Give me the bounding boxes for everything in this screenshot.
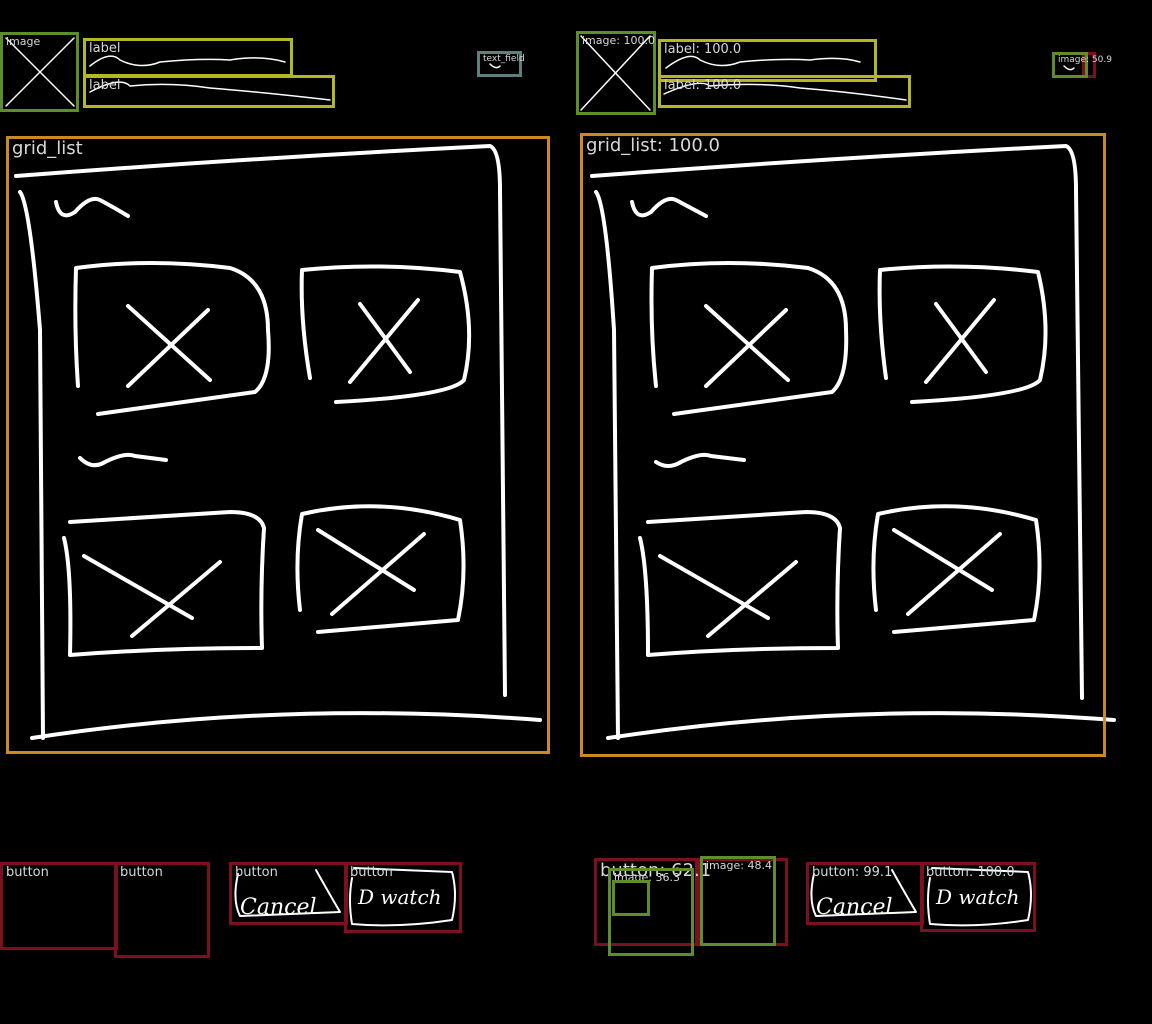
left-text-field-label: text_field xyxy=(483,54,525,64)
right-label-1-text: label: 100.0 xyxy=(664,42,742,57)
left-text-field-box: text_field xyxy=(477,51,525,77)
right-button-box-3: button: 100.0 xyxy=(920,862,1036,932)
right-label-2-text: label: 100.0 xyxy=(664,78,742,93)
right-button-2-label: button: 99.1 xyxy=(812,865,893,880)
left-header-image-box: image xyxy=(0,32,79,112)
right-button-box-2: button: 99.1 xyxy=(806,862,924,925)
left-button-box-4: button xyxy=(344,862,462,933)
right-image-box-2: image: 48.4 xyxy=(700,856,776,946)
right-grid-list-box: grid_list: 100.0 xyxy=(580,133,1106,757)
annotation-canvas: Cancel D watch Cancel D watch image labe… xyxy=(0,0,1152,1024)
right-grid-list-label: grid_list: 100.0 xyxy=(586,135,721,156)
left-label-box-2: label xyxy=(83,75,335,108)
right-header-image-box: image: 100.0 xyxy=(576,31,656,115)
right-small-image-box: image: 50.9 xyxy=(1052,52,1112,78)
right-image-2-label: image: 48.4 xyxy=(706,859,772,872)
right-button-3-label: button: 100.0 xyxy=(926,865,1015,880)
left-grid-list-box: grid_list xyxy=(6,136,550,754)
left-label-2-text: label xyxy=(89,78,121,93)
left-button-box-2: button xyxy=(114,862,210,958)
left-button-3-label: button xyxy=(235,865,278,880)
right-header-image-label: image: 100.0 xyxy=(582,34,655,47)
left-grid-list-label: grid_list xyxy=(12,138,83,159)
right-label-box-2: label: 100.0 xyxy=(658,75,911,108)
left-button-1-label: button xyxy=(6,865,49,880)
right-image-inner-box xyxy=(612,880,650,916)
left-label-1-text: label xyxy=(89,41,121,56)
left-button-2-label: button xyxy=(120,865,163,880)
left-button-4-label: button xyxy=(350,865,393,880)
right-small-image-label: image: 50.9 xyxy=(1058,55,1112,65)
left-label-box-1: label xyxy=(83,38,293,77)
left-header-image-label: image xyxy=(6,35,41,48)
left-button-box-3: button xyxy=(229,862,348,925)
left-button-box-1: button xyxy=(0,862,118,950)
